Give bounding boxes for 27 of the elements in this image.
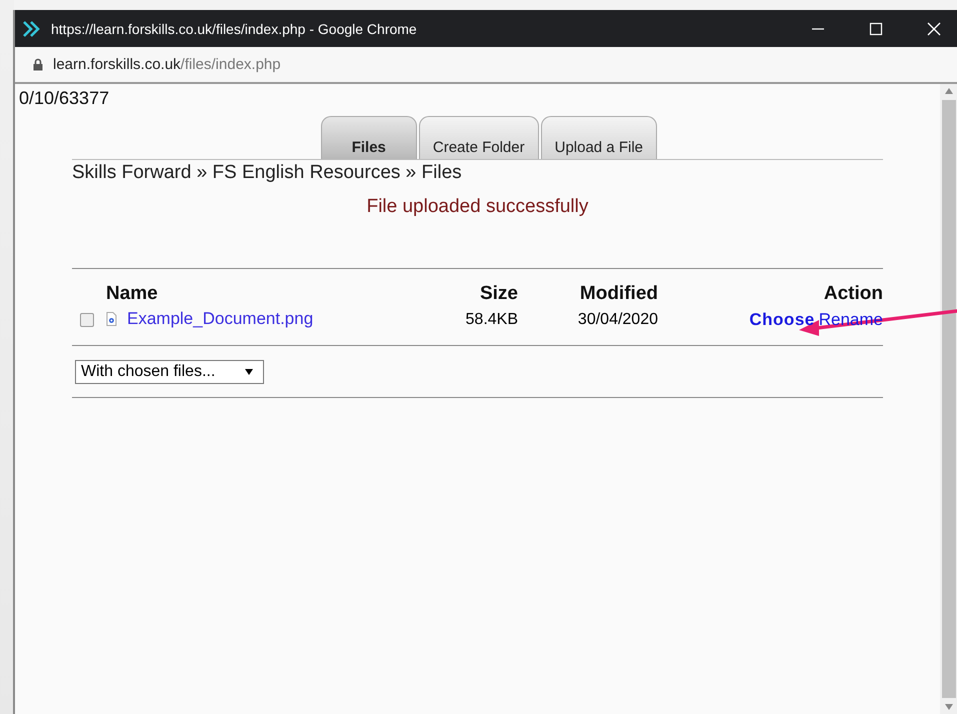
action-link[interactable]: Choose: [749, 310, 815, 329]
image-file-icon: [106, 312, 117, 326]
bulk-action-dropdown[interactable]: With chosen files...: [75, 360, 264, 384]
maximize-icon[interactable]: [869, 22, 883, 36]
close-icon[interactable]: [927, 22, 941, 36]
status-message: File uploaded successfully: [366, 196, 590, 218]
table-cell: 58.4KB: [466, 311, 518, 328]
column-header: Size: [480, 283, 518, 304]
table-cell: 30/04/2020: [578, 311, 658, 328]
tab[interactable]: Upload a File: [540, 116, 657, 159]
window-title: https://learn.forskills.co.uk/files/index.php - Google Chrome: [51, 20, 417, 36]
breadcrumb: Skills Forward » FS English Resources » Files: [72, 162, 463, 184]
file-link[interactable]: Example_Document.png: [127, 309, 314, 329]
column-header: Modified: [580, 283, 658, 304]
tab[interactable]: Create Folder: [418, 116, 539, 159]
page-id: 0/10/63377: [18, 87, 110, 109]
scroll-down-icon[interactable]: [944, 704, 952, 710]
caret-icon: [245, 369, 254, 375]
scrollbar[interactable]: [940, 84, 957, 714]
address-url[interactable]: learn.forskills.co.uk/files/index.php: [53, 56, 281, 73]
chevron-logo-icon: [22, 20, 42, 36]
scroll-up-icon[interactable]: [944, 88, 952, 94]
lock-icon: [33, 58, 43, 71]
column-header: Name: [106, 283, 158, 304]
tab[interactable]: Files: [320, 116, 417, 159]
column-header: Action: [824, 283, 883, 304]
checkbox[interactable]: [80, 312, 94, 327]
